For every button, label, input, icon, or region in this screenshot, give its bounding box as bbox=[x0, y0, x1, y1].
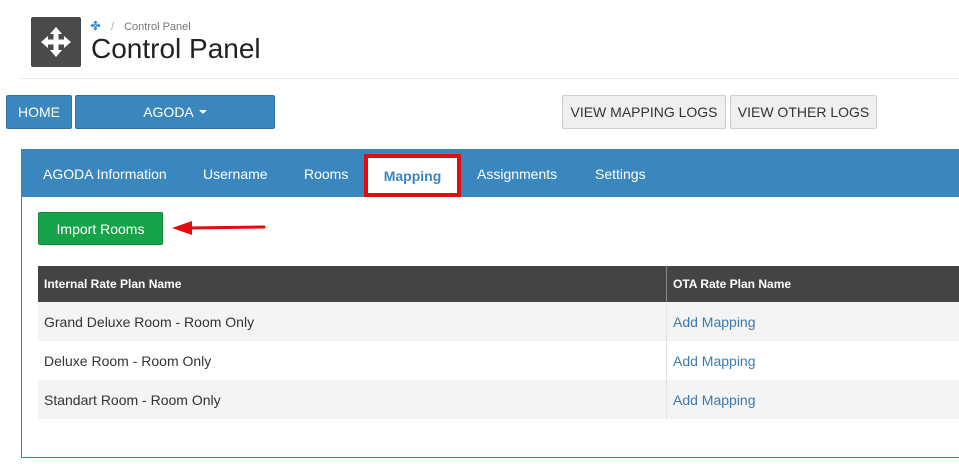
table-header: Internal Rate Plan Name OTA Rate Plan Na… bbox=[38, 266, 959, 302]
breadcrumb-separator: / bbox=[111, 21, 115, 33]
arrow-left-icon bbox=[172, 221, 266, 235]
table-row: Grand Deluxe Room - Room Only Add Mappin… bbox=[38, 302, 959, 341]
tab-rooms[interactable]: Rooms bbox=[304, 150, 348, 197]
rate-plan-table: Internal Rate Plan Name OTA Rate Plan Na… bbox=[38, 266, 959, 419]
add-mapping-link[interactable]: Add Mapping bbox=[667, 341, 959, 380]
tab-settings[interactable]: Settings bbox=[595, 150, 646, 197]
tab-username[interactable]: Username bbox=[203, 150, 268, 197]
column-header-ota-rate-plan: OTA Rate Plan Name bbox=[673, 277, 792, 291]
table-row: Deluxe Room - Room Only Add Mapping bbox=[38, 341, 959, 380]
page-header: / Control Panel Control Panel bbox=[0, 0, 959, 80]
move-arrows-icon bbox=[31, 17, 81, 67]
tab-agoda-information[interactable]: AGODA Information bbox=[43, 150, 167, 197]
table-row: Standart Room - Room Only Add Mapping bbox=[38, 380, 959, 419]
view-other-logs-button[interactable]: VIEW OTHER LOGS bbox=[730, 95, 877, 129]
header-divider bbox=[21, 78, 959, 79]
breadcrumb: / Control Panel bbox=[90, 20, 191, 34]
internal-rate-plan-name: Standart Room - Room Only bbox=[38, 380, 667, 419]
column-header-internal-rate-plan: Internal Rate Plan Name bbox=[38, 266, 667, 302]
agoda-dropdown-button[interactable]: AGODA bbox=[75, 95, 275, 129]
move-arrows-icon[interactable] bbox=[90, 20, 101, 34]
caret-down-icon bbox=[198, 110, 207, 114]
tab-assignments[interactable]: Assignments bbox=[477, 150, 557, 197]
agoda-dropdown-label: AGODA bbox=[143, 104, 194, 120]
breadcrumb-current: Control Panel bbox=[124, 21, 191, 33]
tab-mapping[interactable]: Mapping bbox=[364, 154, 461, 197]
internal-rate-plan-name: Grand Deluxe Room - Room Only bbox=[38, 302, 667, 341]
home-button[interactable]: HOME bbox=[6, 95, 72, 129]
internal-rate-plan-name: Deluxe Room - Room Only bbox=[38, 341, 667, 380]
view-mapping-logs-button[interactable]: VIEW MAPPING LOGS bbox=[562, 95, 726, 129]
channel-panel: AGODA Information Username Rooms Mapping… bbox=[21, 149, 959, 458]
import-rooms-button[interactable]: Import Rooms bbox=[38, 212, 163, 245]
add-mapping-link[interactable]: Add Mapping bbox=[667, 380, 959, 419]
tab-bar: AGODA Information Username Rooms Mapping… bbox=[22, 150, 959, 197]
add-mapping-link[interactable]: Add Mapping bbox=[667, 302, 959, 341]
page-title: Control Panel bbox=[91, 33, 261, 64]
